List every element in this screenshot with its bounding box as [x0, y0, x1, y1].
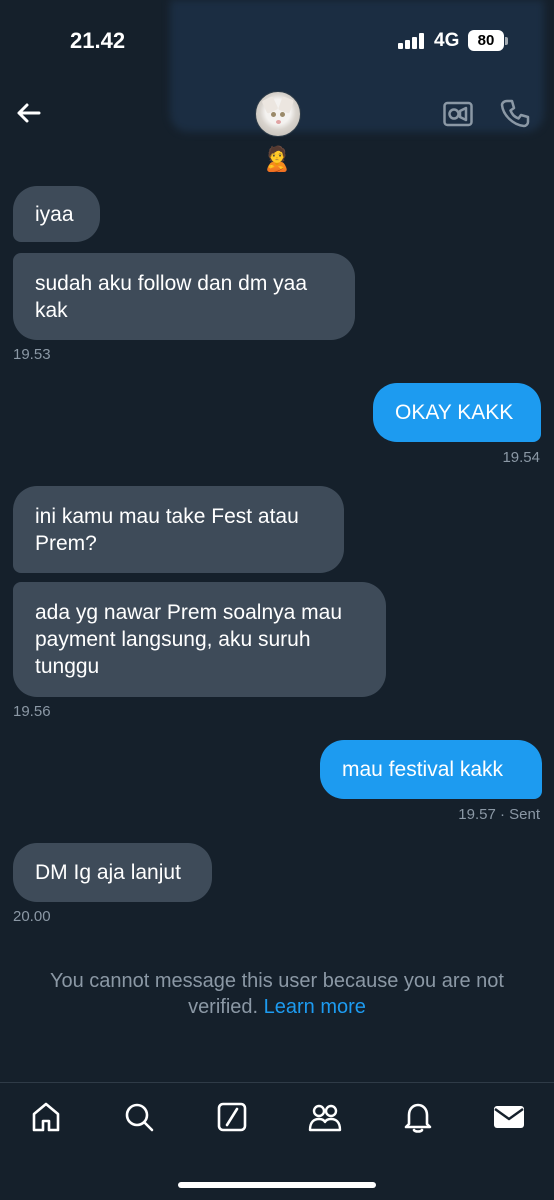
- avatar[interactable]: [255, 91, 301, 137]
- message-bubble-outgoing[interactable]: mau festival kakk: [320, 740, 542, 799]
- voice-call-button[interactable]: [500, 98, 530, 128]
- message-text: tunggu: [35, 655, 100, 678]
- communities-icon: [308, 1104, 342, 1132]
- message-text: payment langsung, aku suruh: [35, 628, 311, 651]
- video-call-button[interactable]: [443, 100, 473, 128]
- notice-text: You cannot message this user because you…: [49, 970, 504, 992]
- message-text: ini kamu mau take Fest atau: [35, 504, 299, 528]
- network-type: 4G: [434, 30, 460, 51]
- message-bubble-incoming[interactable]: ini kamu mau take Fest atau Prem?: [13, 486, 344, 573]
- message-text: iyaa: [35, 202, 74, 226]
- nav-grok[interactable]: [215, 1100, 249, 1134]
- message-bubble-incoming[interactable]: iyaa: [13, 186, 100, 242]
- notifications-icon: [404, 1103, 432, 1133]
- nav-communities[interactable]: [308, 1100, 342, 1134]
- video-camera-icon: [443, 101, 473, 127]
- grok-icon: [217, 1102, 247, 1132]
- nav-notifications[interactable]: [401, 1100, 435, 1134]
- message-text: DM Ig aja lanjut: [35, 861, 181, 884]
- message-timestamp: 19.54: [502, 449, 540, 466]
- message-bubble-incoming[interactable]: DM Ig aja lanjut: [13, 843, 212, 902]
- home-icon: [32, 1102, 60, 1132]
- user-name-emoji: 🙎: [262, 146, 292, 173]
- message-timestamp-sent: 19.57 · Sent: [458, 806, 540, 823]
- message-timestamp: 19.53: [13, 346, 51, 363]
- message-bubble-incoming[interactable]: ada yg nawar Prem soalnya mau payment la…: [13, 582, 386, 697]
- message-bubble-outgoing[interactable]: OKAY KAKK: [373, 383, 541, 442]
- messages-icon: [494, 1106, 524, 1128]
- back-button[interactable]: [12, 96, 46, 130]
- message-text: kak: [35, 298, 68, 322]
- message-timestamp: 20.00: [13, 908, 51, 925]
- message-text: sudah aku follow dan dm yaa: [35, 271, 308, 295]
- message-text: OKAY KAKK: [395, 401, 514, 424]
- battery-cap: [505, 37, 508, 45]
- search-icon: [125, 1103, 154, 1132]
- message-text: Prem?: [35, 531, 97, 555]
- nav-messages[interactable]: [492, 1100, 526, 1134]
- status-time: 21.42: [70, 28, 126, 53]
- phone-icon: [500, 99, 530, 128]
- home-indicator[interactable]: [178, 1182, 376, 1188]
- status-bar: 21.42 4G 80: [0, 0, 554, 80]
- nav-search[interactable]: [122, 1100, 156, 1134]
- message-text: ada yg nawar Prem soalnya mau: [35, 601, 342, 624]
- cannot-message-notice: You cannot message this user because you…: [20, 968, 534, 1020]
- message-text: mau festival kakk: [342, 758, 504, 781]
- arrow-left-icon: [17, 103, 41, 123]
- battery-icon: 80: [468, 30, 504, 51]
- nav-home[interactable]: [29, 1100, 63, 1134]
- notice-text: verified.: [188, 996, 259, 1018]
- message-bubble-incoming[interactable]: sudah aku follow dan dm yaa kak: [13, 253, 355, 340]
- message-timestamp: 19.56: [13, 703, 51, 720]
- learn-more-link[interactable]: Learn more: [264, 996, 366, 1018]
- signal-icon: [398, 33, 428, 49]
